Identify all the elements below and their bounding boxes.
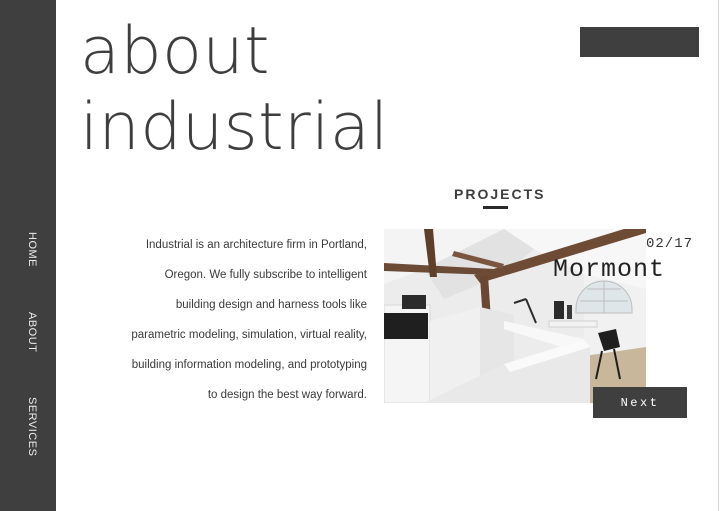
page-title: about industrial — [80, 14, 389, 166]
about-line: building information modeling, and proto… — [131, 359, 367, 371]
page-title-line-1: about — [80, 14, 271, 89]
about-line: Oregon. We fully subscribe to intelligen… — [164, 269, 367, 281]
projects-heading-underline — [483, 206, 508, 209]
projects-heading: PROJECTS — [454, 186, 546, 202]
sidebar: HOME ABOUT SERVICES — [0, 0, 56, 511]
about-line: to design the best way forward. — [207, 389, 367, 401]
top-menu-button[interactable] — [580, 27, 699, 57]
next-button[interactable]: Next — [593, 387, 687, 418]
about-line: building design and harness tools like — [175, 299, 367, 311]
page-edge-divider — [718, 0, 719, 511]
nav-about[interactable]: ABOUT — [18, 312, 38, 352]
nav-home[interactable]: HOME — [18, 232, 38, 267]
about-line: parametric modeling, simulation, virtual… — [131, 329, 367, 341]
about-line: Industrial is an architecture firm in Po… — [145, 239, 367, 251]
project-counter: 02/17 — [646, 236, 694, 252]
page-title-line-2: industrial — [80, 90, 389, 165]
about-paragraph: Industrial is an architecture firm in Po… — [95, 230, 367, 410]
nav-services[interactable]: SERVICES — [18, 397, 38, 456]
project-name: Mormont — [553, 255, 666, 284]
